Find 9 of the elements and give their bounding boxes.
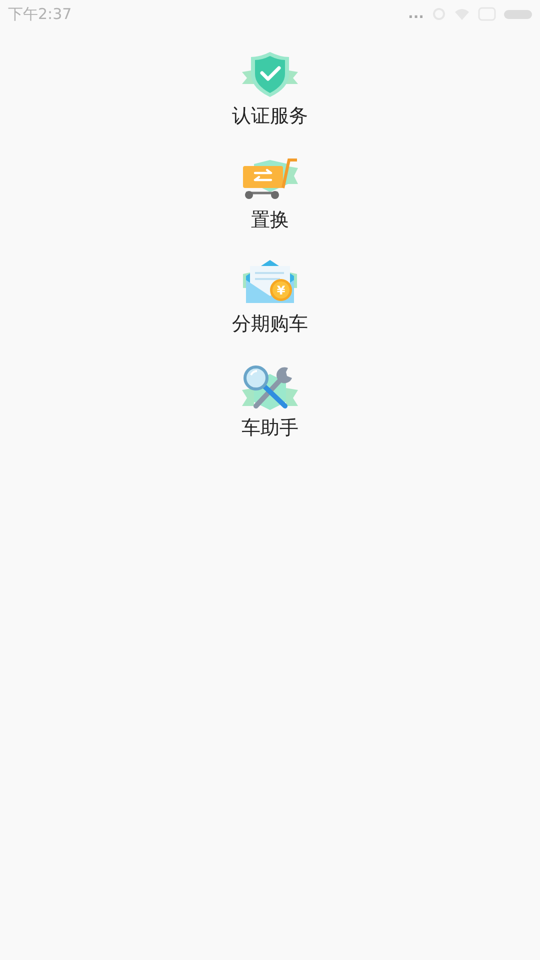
service-label[interactable]: 车助手 (242, 416, 298, 440)
status-time: 下午2:37 (8, 4, 72, 24)
signal-dots: ... (408, 6, 424, 22)
service-label[interactable]: 分期购车 (232, 312, 308, 336)
service-label[interactable]: 认证服务 (232, 104, 308, 128)
shield-check-icon (240, 50, 300, 100)
service-label[interactable]: 置换 (251, 208, 289, 232)
battery-icon (504, 10, 532, 18)
coin-icon: ¥ (270, 279, 292, 301)
